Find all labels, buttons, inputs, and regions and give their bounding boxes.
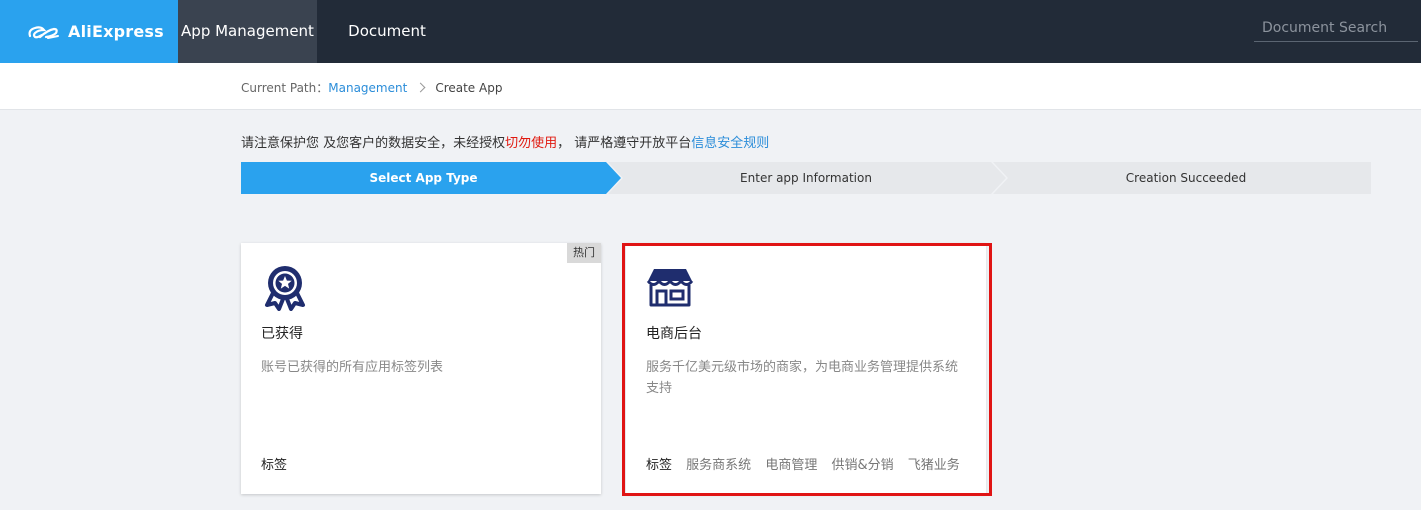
top-navigation-bar: AliExpress App Management Document — [0, 0, 1421, 63]
data-security-notice: 请注意保护您 及您客户的数据安全，未经授权切勿使用， 请严格遵守开放平台信息安全… — [241, 132, 769, 151]
breadcrumb-prefix: Current Path： — [241, 81, 329, 95]
tag-fliggy-business: 飞猪业务 — [907, 458, 960, 473]
notice-warning: 切勿使用 — [505, 136, 558, 151]
hot-badge: 热门 — [567, 243, 601, 263]
tag-ecommerce-management: 电商管理 — [765, 458, 818, 473]
step-progress: Select App Type Enter app Information Cr… — [241, 162, 1371, 194]
aliexpress-logo[interactable]: AliExpress — [0, 0, 178, 63]
card-tags: 标签 服务商系统 电商管理 供销&分销 飞猪业务 — [646, 454, 970, 473]
chevron-right-icon — [415, 82, 426, 93]
tag-supply-distribution: 供销&分销 — [831, 458, 894, 473]
security-rules-link[interactable]: 信息安全规则 — [691, 136, 769, 151]
notice-text-2: ， 请严格遵守开放平台 — [557, 136, 692, 151]
aliexpress-logo-icon — [28, 25, 59, 39]
card-description: 账号已获得的所有应用标签列表 — [261, 360, 444, 375]
breadcrumb: Current Path： Management Create App — [241, 79, 502, 96]
storefront-icon — [646, 269, 694, 307]
document-search-input[interactable] — [1254, 14, 1418, 42]
card-description: 服务千亿美元级市场的商家，为电商业务管理提供系统支持 — [646, 360, 959, 396]
card-title: 电商后台 — [646, 326, 702, 342]
breadcrumb-bar: Current Path： Management Create App — [0, 63, 1421, 110]
tags-label: 标签 — [261, 458, 288, 473]
app-type-card-ecommerce-backend[interactable]: 电商后台 服务千亿美元级市场的商家，为电商业务管理提供系统支持 标签 服务商系统… — [626, 243, 986, 494]
app-type-card-obtained[interactable]: 热门 已获得 账号已获得的所有应用标签列表 标签 — [241, 243, 601, 494]
card-title: 已获得 — [261, 326, 303, 342]
step-select-app-type: Select App Type — [369, 171, 478, 185]
tags-label: 标签 — [646, 458, 673, 473]
breadcrumb-current: Create App — [435, 80, 503, 95]
card-tags: 标签 — [261, 454, 297, 473]
breadcrumb-link-management[interactable]: Management — [328, 81, 407, 95]
notice-text-1: 请注意保护您 及您客户的数据安全，未经授权 — [241, 136, 506, 151]
brand-name: AliExpress — [68, 22, 164, 41]
step-creation-succeeded: Creation Succeeded — [1125, 171, 1247, 185]
nav-app-management[interactable]: App Management — [178, 0, 317, 63]
step-enter-app-information: Enter app Information — [740, 171, 872, 185]
nav-document[interactable]: Document — [317, 0, 457, 63]
tag-service-provider-system: 服务商系统 — [686, 458, 752, 473]
award-badge-icon — [265, 266, 305, 311]
